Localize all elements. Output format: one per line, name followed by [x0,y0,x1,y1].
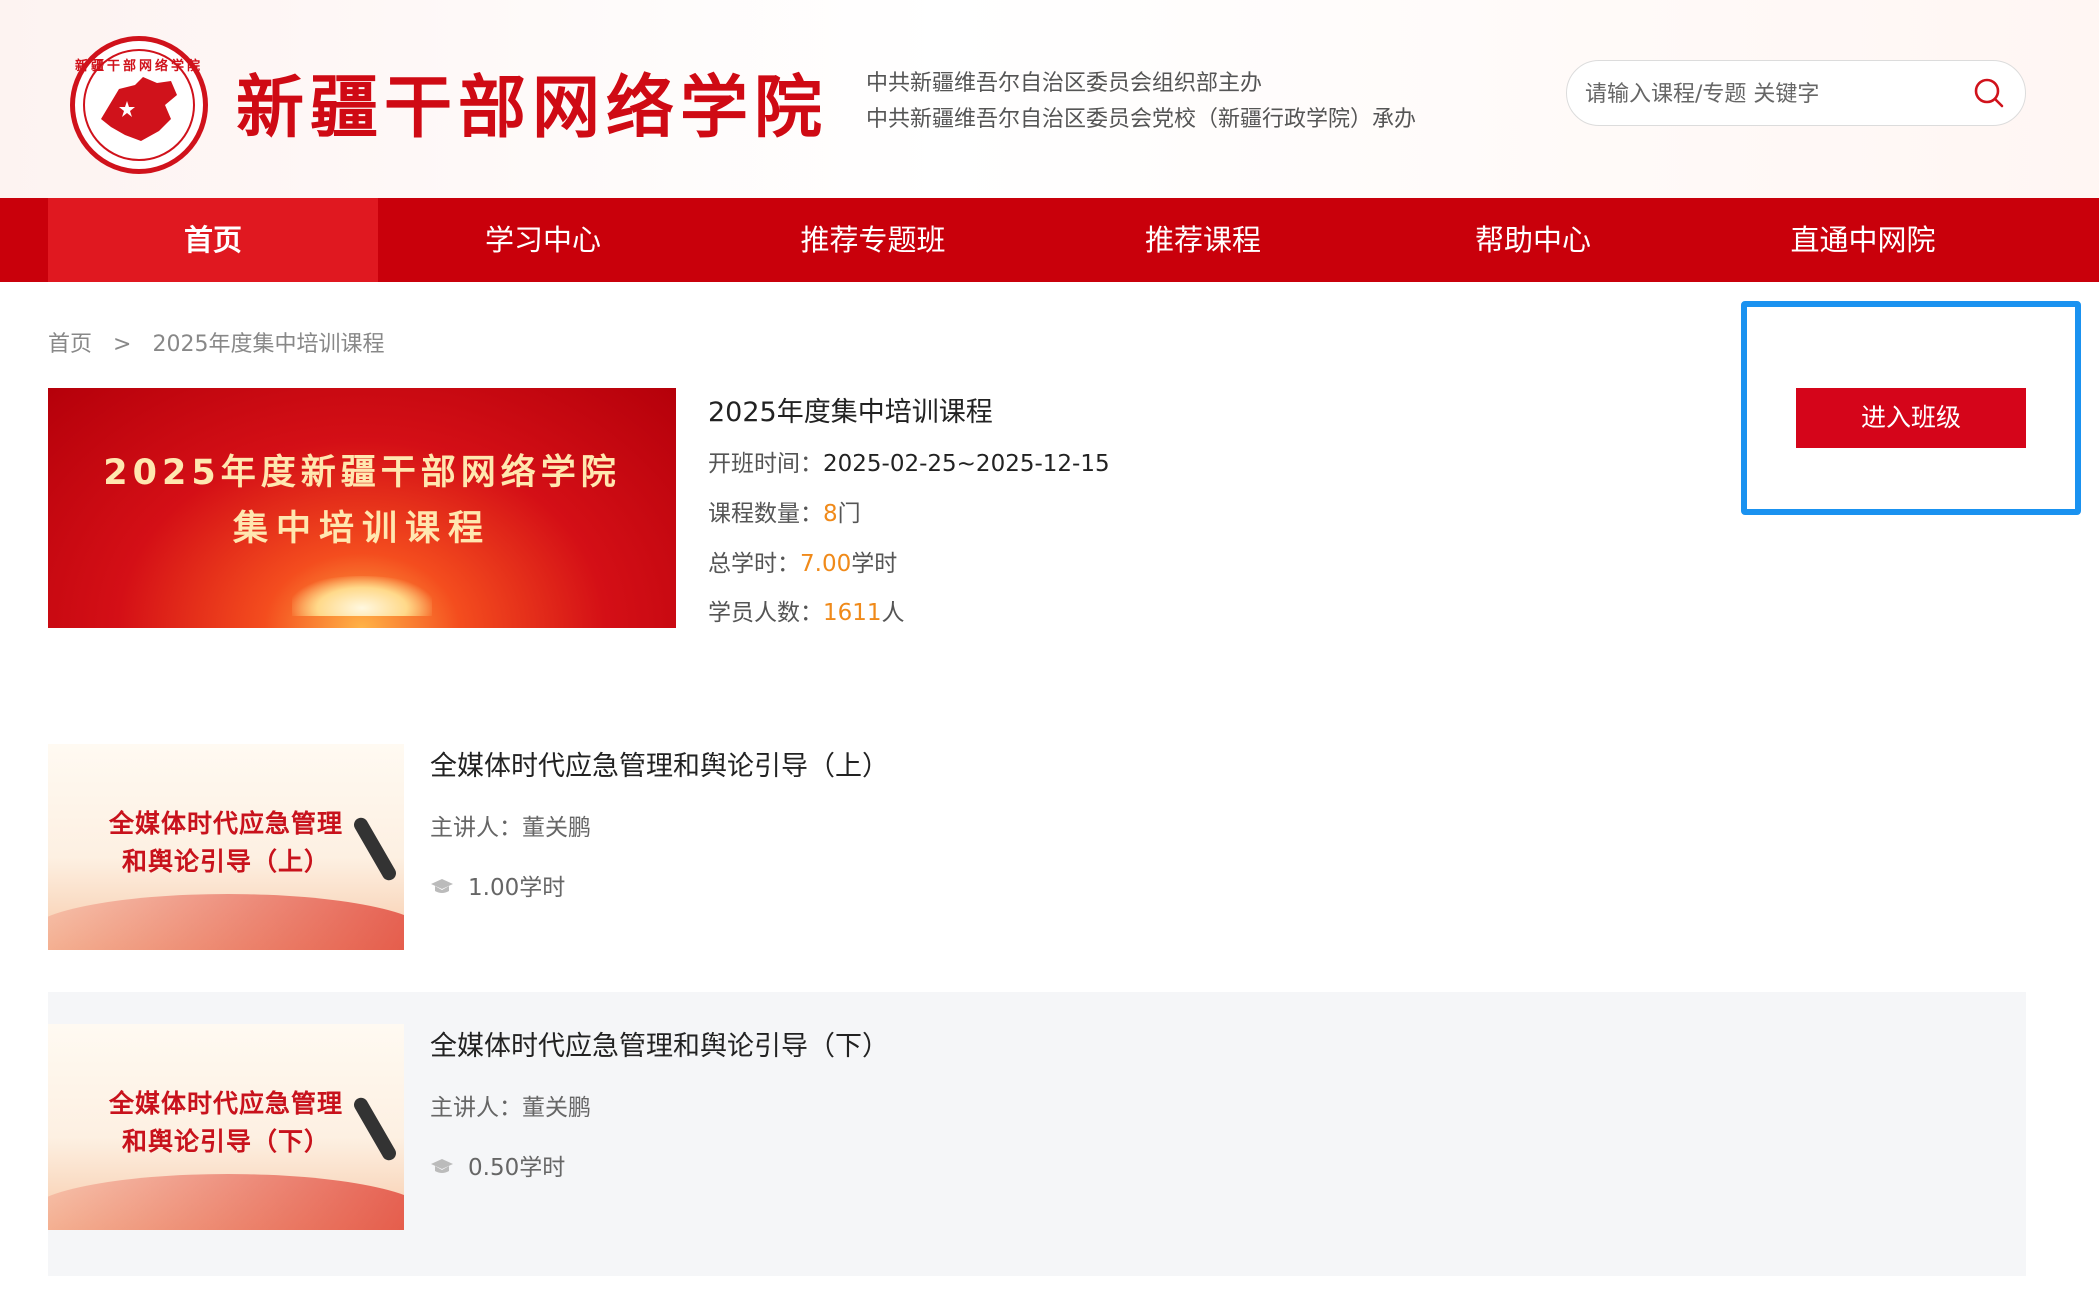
class-total-hours: 总学时：7.00学时 [708,544,897,578]
students-unit: 人 [881,600,905,626]
course-hours-value: 0.50学时 [468,1155,566,1181]
site-title: 新疆干部网络学院 [236,69,829,148]
main-nav: 首页 学习中心 推荐专题班 推荐课程 帮助中心 直通中网院 [0,198,2099,282]
xinjiang-map-icon [101,77,177,141]
course-thumbnail[interactable]: 全媒体时代应急管理 和舆论引导（上） [48,744,404,950]
course-hours: 0.50学时 [430,1148,565,1182]
hours-unit: 学时 [851,551,898,577]
breadcrumb-current: 2025年度集中培训课程 [152,332,385,357]
course-title[interactable]: 全媒体时代应急管理和舆论引导（上） [430,744,889,783]
search-input[interactable] [1585,77,1965,111]
count-label: 课程数量： [708,501,823,527]
thumbnail-wave [48,894,404,950]
course-hours-value: 1.00学时 [468,875,566,901]
book-icon [292,576,432,616]
site-header: 新疆干部网络学院 新疆干部网络学院 中共新疆维吾尔自治区委员会组织部主办 中共新… [0,0,2099,198]
course-hours: 1.00学时 [430,868,565,902]
thumbnail-line-1: 全媒体时代应急管理 [108,1089,343,1118]
class-title: 2025年度集中培训课程 [708,397,993,428]
nav-item-learning-center[interactable]: 学习中心 [378,198,708,282]
students-label: 学员人数： [708,600,823,626]
nav-item-recommended-topics[interactable]: 推荐专题班 [708,198,1038,282]
nav-item-help-center[interactable]: 帮助中心 [1368,198,1698,282]
thumbnail-wave [48,1174,404,1230]
class-student-count: 学员人数：1611人 [708,593,905,627]
enter-class-button[interactable]: 进入班级 [1796,388,2026,448]
thumbnail-line-2: 和舆论引导（上） [121,847,330,876]
breadcrumb-home[interactable]: 首页 [48,332,92,357]
banner-line-2: 集中培训课程 [232,509,491,549]
count-unit: 门 [837,501,861,527]
hours-value: 7.00 [800,551,852,577]
hours-label: 总学时： [708,551,800,577]
host-line-1: 中共新疆维吾尔自治区委员会组织部主办 [866,71,1263,96]
period-label: 开班时间： [708,451,823,477]
breadcrumb-separator: > [113,332,132,357]
course-teacher: 主讲人：董关鹏 [430,815,591,841]
class-period: 开班时间：2025-02-25~2025-12-15 [708,444,1110,478]
banner-line-1: 2025年度新疆干部网络学院 [103,453,621,493]
course-title[interactable]: 全媒体时代应急管理和舆论引导（下） [430,1024,889,1063]
thumbnail-line-1: 全媒体时代应急管理 [108,809,343,838]
period-value: 2025-02-25~2025-12-15 [823,451,1110,477]
thumbnail-line-2: 和舆论引导（下） [121,1127,330,1156]
breadcrumb: 首页 > 2025年度集中培训课程 [48,326,384,358]
course-item[interactable]: 全媒体时代应急管理 和舆论引导（上） 全媒体时代应急管理和舆论引导（上） 主讲人… [48,730,2026,1014]
graduation-cap-icon [431,879,453,893]
count-value: 8 [823,501,838,527]
search-icon[interactable] [1971,75,2007,111]
nav-item-recommended-courses[interactable]: 推荐课程 [1038,198,1368,282]
course-teacher: 主讲人：董关鹏 [430,1095,591,1121]
host-info: 中共新疆维吾尔自治区委员会组织部主办 中共新疆维吾尔自治区委员会党校（新疆行政学… [866,66,1416,138]
nav-item-home[interactable]: 首页 [48,198,378,282]
host-line-2: 中共新疆维吾尔自治区委员会党校（新疆行政学院）承办 [866,107,1417,132]
students-value: 1611 [823,600,882,626]
nav-item-celap[interactable]: 直通中网院 [1698,198,2028,282]
course-thumbnail[interactable]: 全媒体时代应急管理 和舆论引导（下） [48,1024,404,1230]
graduation-cap-icon [431,1159,453,1173]
course-item[interactable]: 全媒体时代应急管理 和舆论引导（下） 全媒体时代应急管理和舆论引导（下） 主讲人… [48,992,2026,1276]
logo-text: 新疆干部网络学院 [75,59,204,74]
search-box [1566,60,2026,126]
site-logo[interactable]: 新疆干部网络学院 [70,36,208,174]
class-course-count: 课程数量：8门 [708,494,861,528]
class-banner[interactable]: 2025年度新疆干部网络学院 集中培训课程 [48,388,676,628]
